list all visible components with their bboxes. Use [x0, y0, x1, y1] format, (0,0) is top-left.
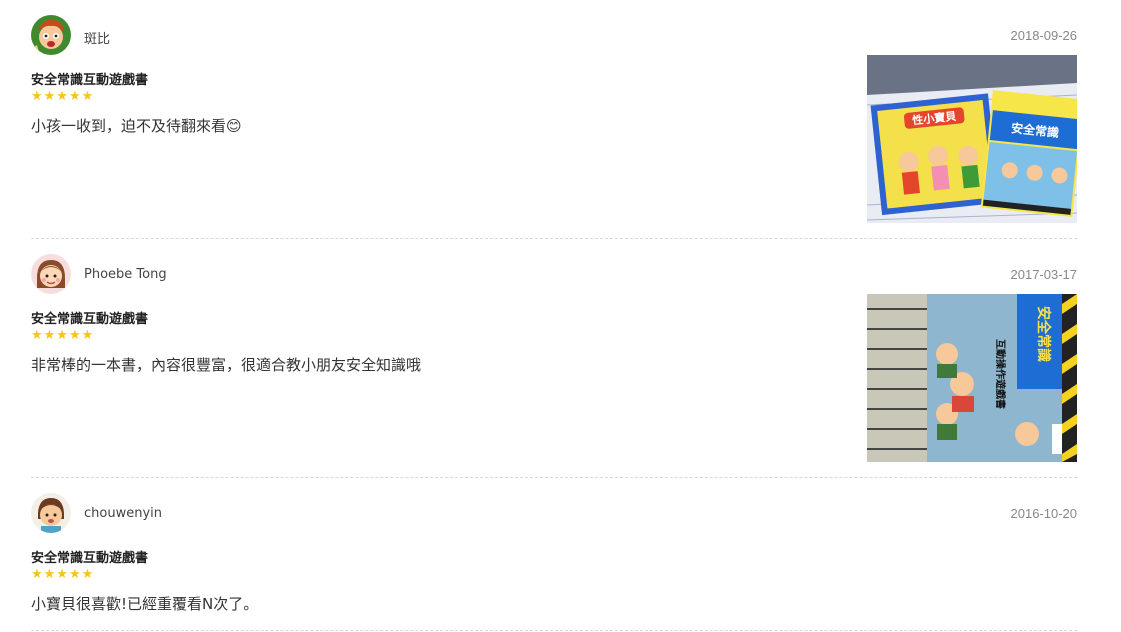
user-name[interactable]: 斑比	[84, 28, 110, 47]
review-photo[interactable]: 安全常識 互動操作遊戲書	[867, 294, 1077, 462]
review-photo[interactable]: 性小寶貝 安全常識	[867, 55, 1077, 223]
book-cover-photo-image: 安全常識 互動操作遊戲書	[867, 294, 1077, 462]
kid-cartoon-avatar-icon	[31, 493, 71, 533]
user-avatar[interactable]	[31, 493, 71, 533]
review-divider	[31, 477, 1077, 478]
review-divider	[31, 630, 1077, 631]
review-comment: 小孩一收到，迫不及待翻來看😊	[31, 117, 242, 135]
photo-cover-title: 安全常識	[1035, 306, 1052, 362]
boy-cartoon-avatar-icon	[31, 15, 71, 55]
girl-cartoon-avatar-icon	[31, 254, 71, 294]
star-rating: ★★★★★	[31, 328, 95, 343]
user-name[interactable]: chouwenyin	[84, 506, 162, 521]
book-photo-image: 性小寶貝 安全常識	[867, 55, 1077, 223]
review-date: 2018-09-26	[1010, 28, 1078, 43]
review-item: Phoebe Tong 2017-03-17 安全常識互動遊戲書 ★★★★★ 非…	[31, 254, 1077, 464]
user-avatar[interactable]	[31, 15, 71, 55]
product-title[interactable]: 安全常識互動遊戲書	[31, 308, 148, 327]
user-name[interactable]: Phoebe Tong	[84, 267, 167, 282]
product-title[interactable]: 安全常識互動遊戲書	[31, 69, 148, 88]
review-item: chouwenyin 2016-10-20 安全常識互動遊戲書 ★★★★★ 小寶…	[31, 493, 1077, 623]
review-divider	[31, 238, 1077, 239]
review-date: 2016-10-20	[1010, 506, 1078, 521]
star-rating: ★★★★★	[31, 567, 95, 582]
star-rating: ★★★★★	[31, 89, 95, 104]
review-item: 斑比 2018-09-26 安全常識互動遊戲書 ★★★★★ 小孩一收到，迫不及待…	[31, 15, 1077, 225]
user-avatar[interactable]	[31, 254, 71, 294]
photo-cover-subtitle: 互動操作遊戲書	[994, 339, 1007, 409]
review-comment: 非常棒的一本書，內容很豐富，很適合教小朋友安全知識哦	[31, 356, 422, 374]
product-title[interactable]: 安全常識互動遊戲書	[31, 547, 148, 566]
review-comment: 小寶貝很喜歡!已經重覆看N次了。	[31, 595, 259, 613]
review-date: 2017-03-17	[1010, 267, 1078, 282]
